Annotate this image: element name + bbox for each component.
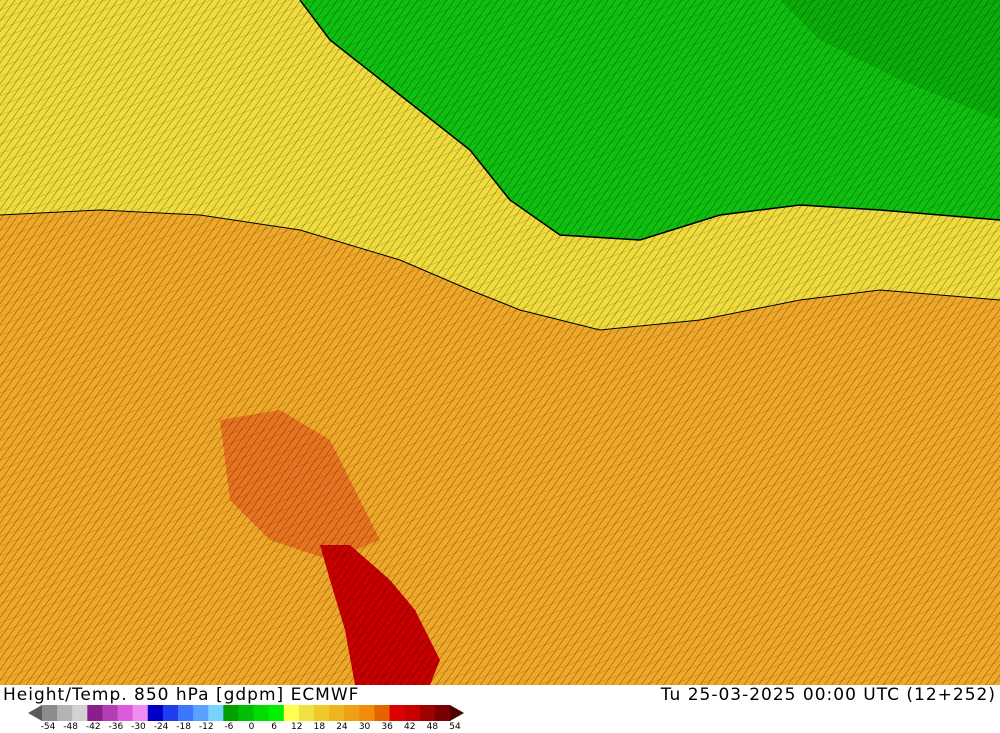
- legend-swatch: [162, 705, 179, 721]
- legend-swatch: [374, 705, 391, 721]
- legend-tick-label: -30: [131, 722, 146, 732]
- legend-swatch: [268, 705, 285, 721]
- color-legend: [28, 705, 464, 721]
- legend-swatch: [238, 705, 255, 721]
- footer: Height/Temp. 850 hPa [gdpm] ECMWF Tu 25-…: [0, 685, 1000, 733]
- legend-swatch: [132, 705, 149, 721]
- legend-arrow-left: [28, 705, 42, 721]
- legend-swatch: [434, 705, 451, 721]
- legend-tick-label: 12: [290, 722, 303, 732]
- legend-swatch: [147, 705, 164, 721]
- legend-tick-label: 6: [271, 722, 277, 732]
- legend-swatch: [72, 705, 88, 721]
- legend-tick-label: -12: [198, 722, 214, 732]
- legend-tick-label: 42: [404, 722, 416, 732]
- legend-swatch: [87, 705, 103, 721]
- legend-swatch: [404, 705, 421, 721]
- legend-swatch: [283, 705, 300, 721]
- legend-tick-label: -36: [108, 722, 124, 732]
- legend-swatch: [193, 705, 209, 721]
- map-datetime: Tu 25-03-2025 00:00 UTC (12+252): [660, 685, 996, 705]
- legend-tick-label: 54: [449, 722, 461, 732]
- legend-tick-label: 36: [381, 722, 393, 732]
- legend-tick-label: 0: [248, 722, 255, 732]
- legend-swatch: [42, 705, 58, 721]
- legend-tick-label: -18: [176, 722, 192, 732]
- legend-swatch: [178, 705, 194, 721]
- legend-swatch: [57, 705, 73, 721]
- legend-tick-label: 18: [313, 722, 326, 732]
- legend-swatch: [344, 705, 360, 721]
- temperature-height-map: [0, 0, 1000, 685]
- legend-swatch: [419, 705, 436, 721]
- legend-swatch: [208, 705, 224, 721]
- legend-tick-label: -24: [153, 722, 169, 732]
- legend-arrow-right: [450, 705, 464, 721]
- legend-tick-label: -54: [40, 722, 56, 732]
- legend-swatch: [359, 705, 375, 721]
- legend-swatch: [329, 705, 345, 721]
- legend-swatch: [253, 705, 270, 721]
- legend-ticks: -54 -48 -42 -36 -30 -24 -18 -12 -6 0 6 12 18 24 30 36 42…: [0, 722, 480, 733]
- legend-swatch: [223, 705, 239, 721]
- legend-tick-label: -42: [85, 722, 101, 732]
- legend-tick-label: 48: [426, 722, 439, 732]
- map-title: Height/Temp. 850 hPa [gdpm] ECMWF: [3, 685, 360, 705]
- legend-swatch: [102, 705, 119, 721]
- legend-tick-label: -48: [63, 722, 78, 732]
- legend-swatch: [314, 705, 330, 721]
- legend-tick-label: 30: [358, 722, 371, 732]
- legend-tick-label: 24: [336, 722, 348, 732]
- legend-swatch: [298, 705, 315, 721]
- legend-swatch: [389, 705, 406, 721]
- legend-swatch: [117, 705, 134, 721]
- legend-tick-label: -6: [224, 722, 234, 732]
